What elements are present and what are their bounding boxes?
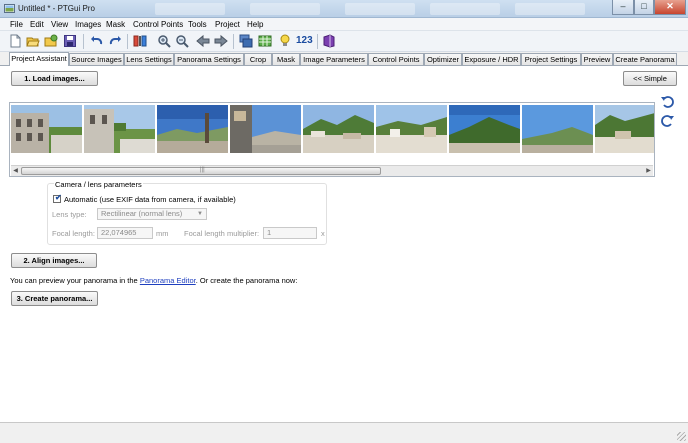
- menu-mask[interactable]: Mask: [106, 20, 125, 29]
- rotate-left-icon[interactable]: [661, 95, 674, 108]
- menu-edit[interactable]: Edit: [30, 20, 44, 29]
- resize-grip-icon[interactable]: [677, 432, 686, 441]
- rotate-right-icon[interactable]: [661, 114, 674, 127]
- tab-preview[interactable]: Preview: [581, 53, 613, 65]
- title-bar: Untitled * - PTGui Pro – □ ✕: [0, 0, 688, 18]
- camera-lens-group-title: Camera / lens parameters: [54, 180, 143, 189]
- minimize-button[interactable]: –: [612, 0, 634, 15]
- toolbar-separator: [83, 34, 84, 49]
- save-icon[interactable]: [63, 34, 77, 48]
- tab-source-images[interactable]: Source Images: [69, 53, 124, 65]
- image-thumbnail[interactable]: [84, 105, 155, 153]
- status-bar: [0, 422, 688, 443]
- camera-lens-group: Camera / lens parameters ✔ Automatic (us…: [47, 180, 327, 245]
- tab-crop[interactable]: Crop: [244, 53, 272, 65]
- tab-project-settings[interactable]: Project Settings: [521, 53, 581, 65]
- tab-create-panorama[interactable]: Create Panorama: [613, 53, 677, 65]
- help-book-icon[interactable]: [322, 34, 336, 48]
- new-project-icon[interactable]: [8, 34, 22, 48]
- zoom-out-icon[interactable]: [175, 34, 189, 48]
- background-tab: [515, 3, 585, 15]
- menu-tools[interactable]: Tools: [188, 20, 207, 29]
- multiplier-label: Focal length multiplier:: [184, 229, 260, 238]
- load-images-button[interactable]: 1. Load images...: [11, 71, 98, 86]
- tab-project-assistant[interactable]: Project Assistant: [9, 52, 69, 66]
- background-tab: [250, 3, 320, 15]
- toolbar-separator: [317, 34, 318, 49]
- maximize-button[interactable]: □: [634, 0, 654, 15]
- focal-length-unit: mm: [156, 229, 169, 238]
- multiplier-input[interactable]: 1: [263, 227, 317, 239]
- tab-strip: Project Assistant Source Images Lens Set…: [0, 52, 688, 66]
- tab-image-parameters[interactable]: Image Parameters: [300, 53, 368, 65]
- tab-optimizer[interactable]: Optimizer: [424, 53, 462, 65]
- table-editor-icon[interactable]: [258, 34, 272, 48]
- tab-exposure-hdr[interactable]: Exposure / HDR: [462, 53, 521, 65]
- focal-length-label: Focal length:: [52, 229, 95, 238]
- image-thumbnail[interactable]: [449, 105, 520, 153]
- align-tool-icon[interactable]: [133, 34, 147, 48]
- multiplier-unit: x: [321, 229, 325, 238]
- menu-images[interactable]: Images: [75, 20, 101, 29]
- image-thumbnail[interactable]: [595, 105, 655, 153]
- image-thumbnail-strip: ◀ ||| ▶: [9, 102, 655, 177]
- preview-instructions: You can preview your panorama in the Pan…: [10, 276, 298, 285]
- tab-lens-settings[interactable]: Lens Settings: [124, 53, 174, 65]
- background-tab: [155, 3, 225, 15]
- toolbar-separator: [127, 34, 128, 49]
- tab-mask[interactable]: Mask: [272, 53, 300, 65]
- tab-control-points[interactable]: Control Points: [368, 53, 424, 65]
- image-thumbnail[interactable]: [11, 105, 82, 153]
- scroll-left-icon[interactable]: ◀: [11, 167, 20, 176]
- menu-bar: File Edit View Images Mask Control Point…: [0, 18, 688, 31]
- align-images-button[interactable]: 2. Align images...: [11, 253, 97, 268]
- arrow-left-icon[interactable]: [196, 34, 210, 48]
- menu-help[interactable]: Help: [247, 20, 263, 29]
- background-tab: [345, 3, 415, 15]
- simple-mode-button[interactable]: << Simple: [623, 71, 677, 86]
- focal-length-input[interactable]: 22,074965: [97, 227, 153, 239]
- menu-control-points[interactable]: Control Points: [133, 20, 183, 29]
- menu-view[interactable]: View: [51, 20, 68, 29]
- image-thumbnail[interactable]: [376, 105, 447, 153]
- image-thumbnail[interactable]: [230, 105, 301, 153]
- scrollbar-thumb[interactable]: |||: [21, 167, 381, 175]
- lens-type-label: Lens type:: [52, 210, 87, 219]
- undo-icon[interactable]: [90, 34, 104, 48]
- lightbulb-icon[interactable]: [278, 34, 292, 48]
- image-thumbnail[interactable]: [157, 105, 228, 153]
- scroll-right-icon[interactable]: ▶: [644, 167, 653, 176]
- panorama-editor-link[interactable]: Panorama Editor: [140, 276, 196, 285]
- numbering-button[interactable]: 123: [296, 35, 313, 46]
- thumbnail-scrollbar[interactable]: ◀ ||| ▶: [11, 165, 653, 176]
- background-tab: [430, 3, 500, 15]
- open-recent-icon[interactable]: [44, 34, 58, 48]
- chevron-down-icon: ▼: [197, 211, 203, 217]
- arrow-right-icon[interactable]: [214, 34, 228, 48]
- close-button[interactable]: ✕: [654, 0, 686, 15]
- redo-icon[interactable]: [108, 34, 122, 48]
- open-project-icon[interactable]: [26, 34, 40, 48]
- lens-type-select[interactable]: Rectilinear (normal lens) ▼: [97, 208, 207, 220]
- ptgui-app-icon: [4, 4, 15, 13]
- zoom-in-icon[interactable]: [157, 34, 171, 48]
- project-assistant-panel: 1. Load images... << Simple ◀ ||| ▶ Came…: [0, 65, 688, 422]
- image-thumbnail[interactable]: [303, 105, 374, 153]
- panorama-editor-icon[interactable]: [239, 34, 253, 48]
- tab-panorama-settings[interactable]: Panorama Settings: [174, 53, 244, 65]
- automatic-exif-label: Automatic (use EXIF data from camera, if…: [64, 195, 236, 204]
- toolbar-separator: [233, 34, 234, 49]
- window-title: Untitled * - PTGui Pro: [18, 4, 95, 13]
- menu-file[interactable]: File: [10, 20, 23, 29]
- toolbar: 123: [0, 31, 688, 52]
- automatic-exif-checkbox[interactable]: ✔: [53, 193, 62, 203]
- image-thumbnail[interactable]: [522, 105, 593, 153]
- create-panorama-button[interactable]: 3. Create panorama...: [11, 291, 98, 306]
- menu-project[interactable]: Project: [215, 20, 240, 29]
